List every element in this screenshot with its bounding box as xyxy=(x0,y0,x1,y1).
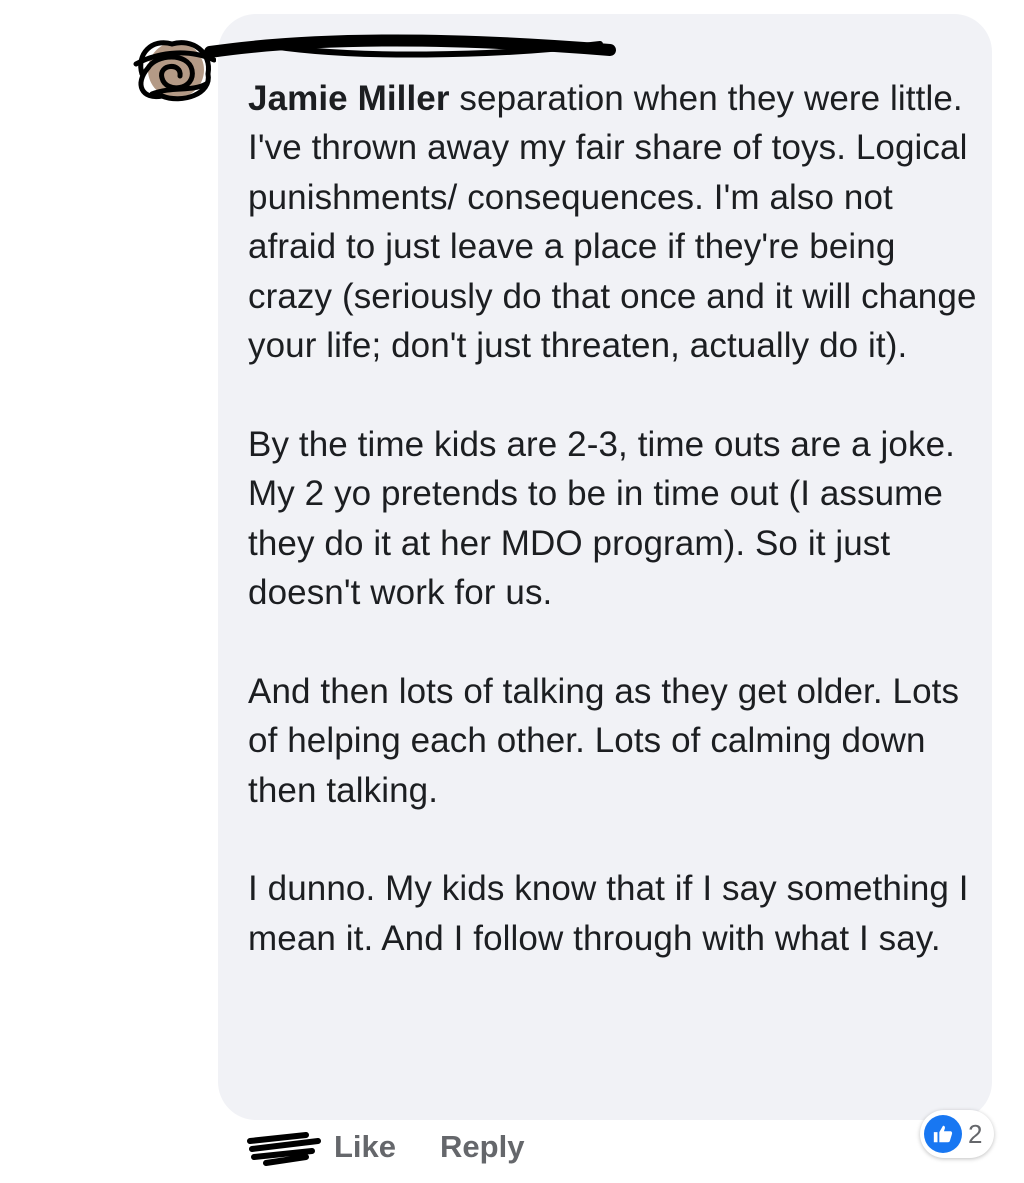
comment-paragraph: I dunno. My kids know that if I say some… xyxy=(248,869,969,958)
comment-body: Jamie Miller separation when they were l… xyxy=(248,74,978,963)
comment-paragraph: Jamie Miller separation when they were l… xyxy=(248,74,978,370)
reaction-count: 2 xyxy=(968,1118,983,1149)
comment-paragraph: By the time kids are 2-3, time outs are … xyxy=(248,424,955,613)
reply-button[interactable]: Reply xyxy=(440,1129,524,1165)
comment-paragraph: And then lots of talking as they get old… xyxy=(248,671,960,810)
redacted-name-scribble xyxy=(204,34,616,58)
redacted-timestamp-scribble xyxy=(247,1132,321,1166)
comment-actions: Like Reply xyxy=(246,1122,568,1172)
thumbs-up-icon xyxy=(924,1115,962,1153)
comment-paragraph-text: separation when they were little. I've t… xyxy=(248,79,977,366)
like-button[interactable]: Like xyxy=(334,1129,396,1165)
author-name-link[interactable]: Jamie Miller xyxy=(248,79,450,118)
comment-screenshot: Jamie Miller separation when they were l… xyxy=(0,0,1024,1183)
reaction-count-badge[interactable]: 2 xyxy=(920,1110,995,1158)
